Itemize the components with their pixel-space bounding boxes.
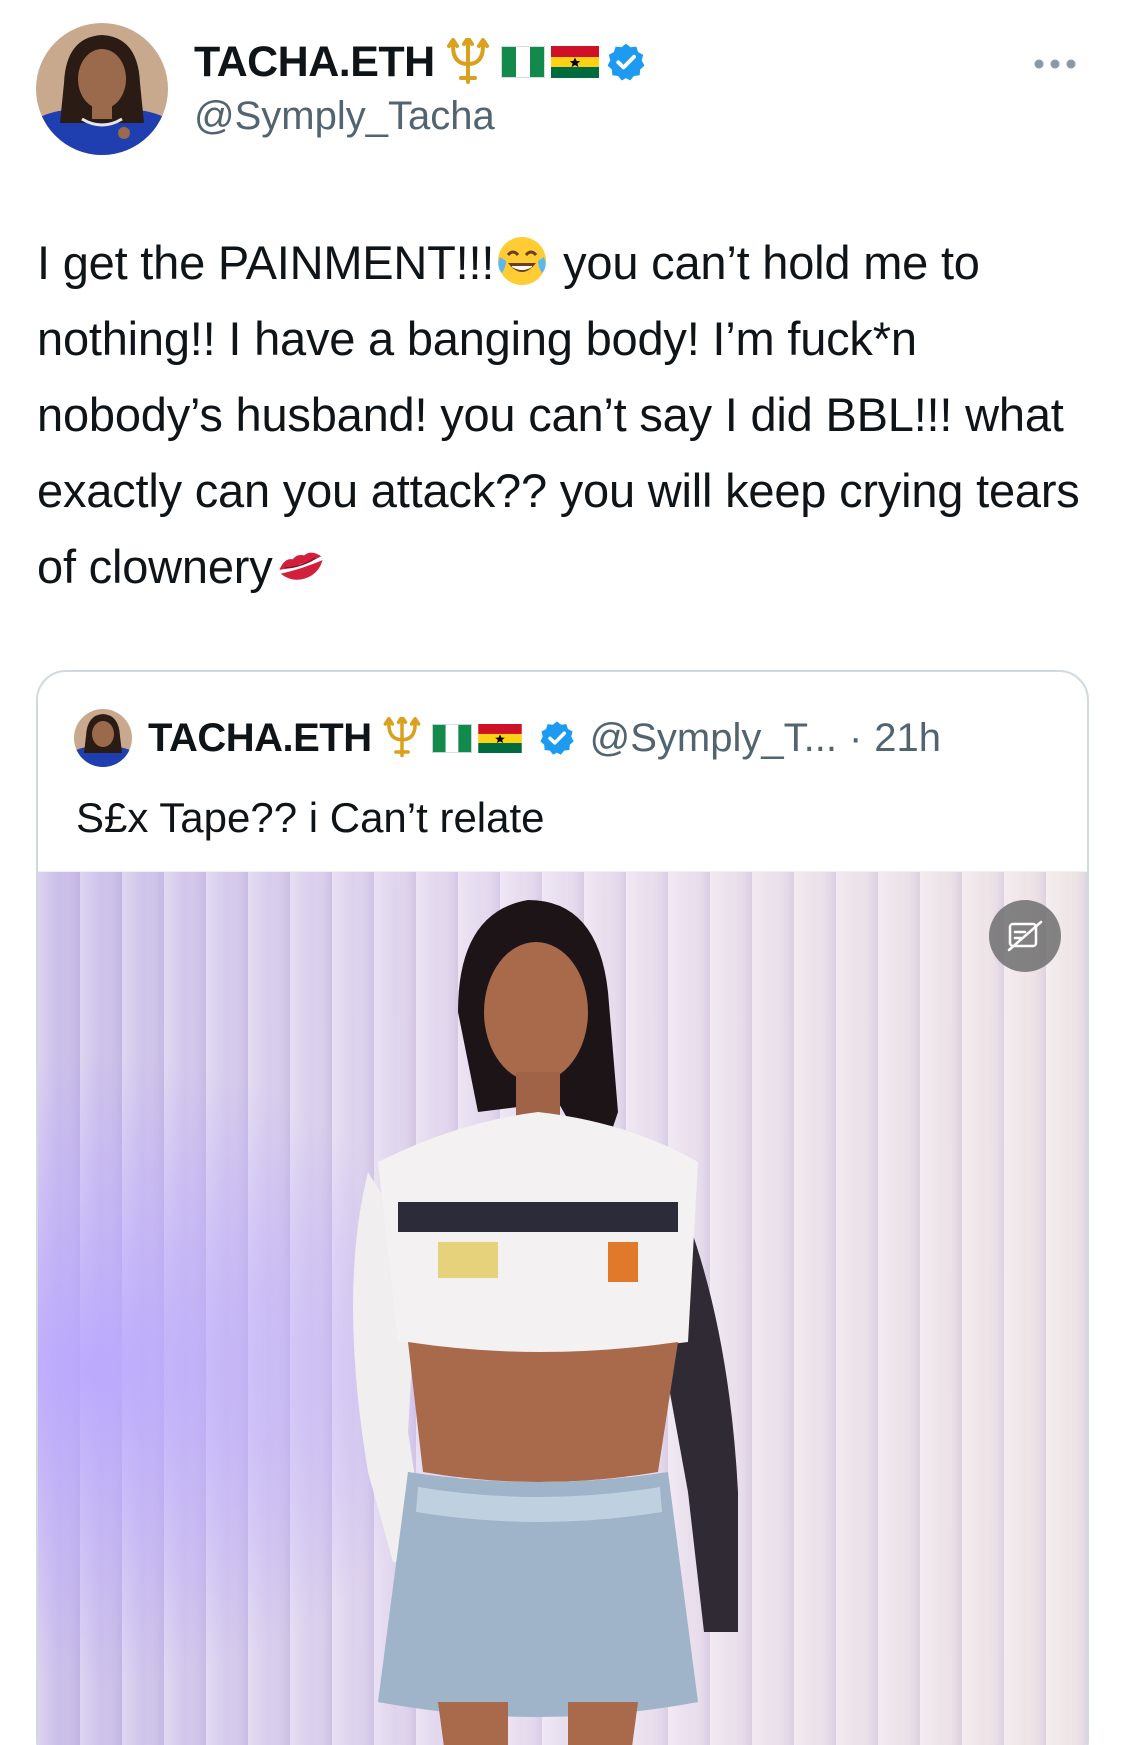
more-horizontal-icon bbox=[1034, 59, 1076, 69]
quoted-author-handle: @Symply_T... bbox=[589, 715, 837, 760]
nigeria-flag-icon bbox=[431, 723, 472, 753]
tweet-detail: TACHA.ETH @Symply_Tacha I get the PAINME… bbox=[0, 0, 1125, 1745]
author-name-row[interactable]: TACHA.ETH bbox=[194, 34, 647, 90]
quoted-author-avatar[interactable] bbox=[74, 709, 132, 767]
author-display-name: TACHA.ETH bbox=[194, 37, 435, 86]
quoted-tweet-media[interactable] bbox=[38, 871, 1087, 1745]
nigeria-flag-icon bbox=[500, 46, 545, 78]
ghana-flag-icon bbox=[550, 46, 599, 78]
timestamp-separator: · bbox=[848, 715, 863, 760]
quoted-tweet-text: S£x Tape?? i Can’t relate bbox=[76, 794, 545, 841]
trident-emoji-icon bbox=[378, 717, 426, 759]
tweet-text: I get the PAINMENT!!! you can’t hold me … bbox=[37, 225, 1097, 605]
verified-badge-icon bbox=[605, 41, 647, 83]
ghana-flag-icon bbox=[477, 723, 522, 753]
trident-emoji-icon bbox=[441, 38, 495, 86]
tweet-text-part-2: you can’t hold me to nothing!! I have a … bbox=[37, 236, 1080, 593]
author-handle[interactable]: @Symply_Tacha bbox=[194, 94, 495, 139]
face-with-tears-of-joy-icon bbox=[494, 233, 550, 289]
quoted-tweet-timestamp: 21h bbox=[874, 715, 942, 760]
more-options-button[interactable] bbox=[1025, 44, 1085, 84]
content-warning-button[interactable] bbox=[989, 900, 1061, 972]
quoted-author-display-name: TACHA.ETH bbox=[148, 715, 372, 760]
author-avatar[interactable] bbox=[36, 23, 168, 155]
quoted-tweet-card[interactable]: TACHA.ETH @Symply_T... · 21h S£x Tape?? … bbox=[36, 670, 1089, 1745]
kiss-mark-icon bbox=[273, 537, 329, 593]
quoted-tweet-header: TACHA.ETH @Symply_T... · 21h bbox=[74, 709, 942, 767]
tweet-text-part-1: I get the PAINMENT!!! bbox=[37, 236, 495, 289]
content-warning-icon bbox=[1007, 920, 1043, 952]
media-image bbox=[38, 872, 1087, 1745]
verified-badge-icon bbox=[538, 719, 576, 757]
